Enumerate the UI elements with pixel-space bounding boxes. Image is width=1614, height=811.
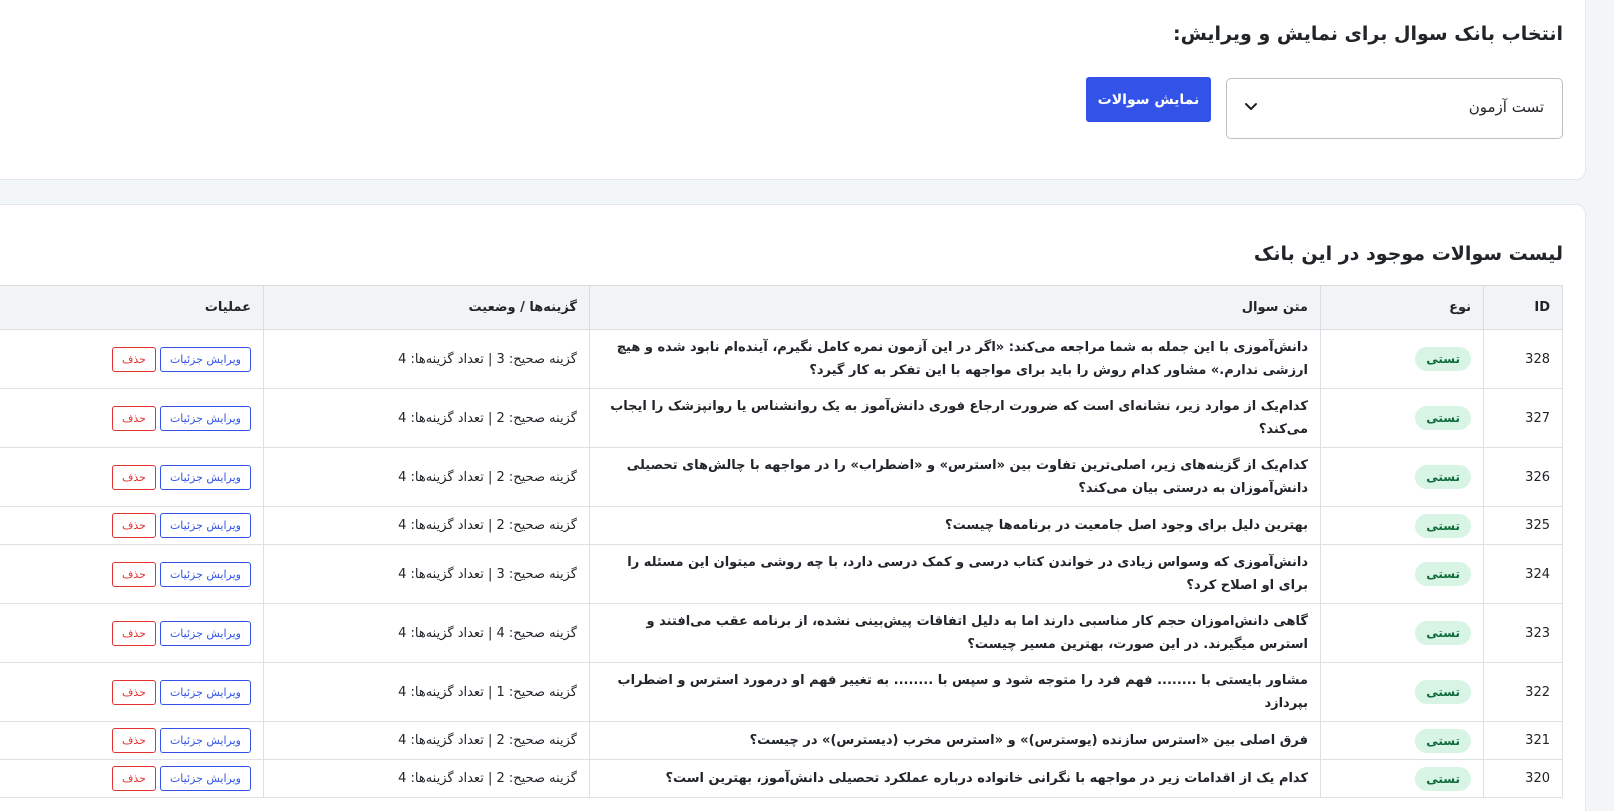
question-text: کدام یک از اقدامات زیر در مواجهه با نگرا… (589, 759, 1321, 798)
question-id: 325 (1483, 506, 1563, 545)
question-id: 320 (1483, 759, 1563, 798)
header-text: متن سوال (589, 285, 1321, 330)
question-type-badge: تستی (1415, 406, 1471, 430)
question-actions: ویرایش جزئیاتحذف (0, 329, 264, 389)
question-type-cell: تستی (1320, 759, 1484, 798)
question-type-cell: تستی (1320, 544, 1484, 604)
question-options-status: گزینه صحیح: 3 | تعداد گزینه‌ها: 4 (263, 544, 590, 604)
question-options-status: گزینه صحیح: 1 | تعداد گزینه‌ها: 4 (263, 662, 590, 722)
delete-button[interactable]: حذف (111, 766, 156, 791)
table-row: 323 تستی گاهی دانش‌اموزان حجم کار مناسبی… (0, 603, 1563, 663)
question-type-badge: تستی (1415, 465, 1471, 489)
bank-select-title: انتخاب بانک سوال برای نمایش و ویرایش: (1172, 23, 1563, 45)
question-actions: ویرایش جزئیاتحذف (0, 662, 264, 722)
edit-details-button[interactable]: ویرایش جزئیات (159, 728, 251, 753)
delete-button[interactable]: حذف (111, 513, 156, 538)
question-options-status: گزینه صحیح: 2 | تعداد گزینه‌ها: 4 (263, 447, 590, 507)
edit-details-button[interactable]: ویرایش جزئیات (159, 679, 251, 705)
question-id: 328 (1483, 329, 1563, 389)
question-text: دانش‌آموزی با این جمله به شما مراجعه می‌… (589, 329, 1321, 389)
edit-details-button[interactable]: ویرایش جزئیات (159, 766, 251, 791)
header-options: گزینه‌ها / وضعیت (263, 285, 590, 330)
edit-details-button[interactable]: ویرایش جزئیات (159, 561, 251, 587)
question-id: 323 (1483, 603, 1563, 663)
question-actions: ویرایش جزئیاتحذف (0, 759, 264, 798)
question-options-status: گزینه صحیح: 4 | تعداد گزینه‌ها: 4 (263, 603, 590, 663)
delete-button[interactable]: حذف (111, 679, 156, 705)
question-id: 326 (1483, 447, 1563, 507)
header-id: ID (1483, 285, 1563, 330)
question-text: گاهی دانش‌اموزان حجم کار مناسبی دارند ام… (589, 603, 1321, 663)
question-text: کدام‌یک از گزینه‌های زیر، اصلی‌ترین تفاو… (589, 447, 1321, 507)
table-header-row: ID نوع متن سوال گزینه‌ها / وضعیت عملیات (0, 285, 1563, 330)
question-text: مشاور بایستی با ........ فهم فرد را متوج… (589, 662, 1321, 722)
question-type-badge: تستی (1415, 347, 1471, 371)
question-type-badge: تستی (1415, 621, 1471, 645)
questions-list-title: لیست سوالات موجود در این بانک (1253, 243, 1563, 265)
table-row: 324 تستی دانش‌آموزی که وسواس زیادی در خو… (0, 544, 1563, 604)
question-options-status: گزینه صحیح: 2 | تعداد گزینه‌ها: 4 (263, 721, 590, 760)
question-type-cell: تستی (1320, 447, 1484, 507)
edit-details-button[interactable]: ویرایش جزئیات (159, 405, 251, 431)
question-actions: ویرایش جزئیاتحذف (0, 388, 264, 448)
question-type-cell: تستی (1320, 506, 1484, 545)
show-questions-button[interactable]: نمایش سوالات (1086, 77, 1211, 122)
question-actions: ویرایش جزئیاتحذف (0, 506, 264, 545)
question-type-cell: تستی (1320, 603, 1484, 663)
question-text: فرق اصلی بین «استرس سازنده (یوسترس)» و «… (589, 721, 1321, 760)
question-bank-dropdown[interactable]: تست آزمون (1226, 78, 1563, 139)
delete-button[interactable]: حذف (111, 464, 156, 490)
delete-button[interactable]: حذف (111, 561, 156, 587)
question-type-badge: تستی (1415, 562, 1471, 586)
question-options-status: گزینه صحیح: 3 | تعداد گزینه‌ها: 4 (263, 329, 590, 389)
questions-table: ID نوع متن سوال گزینه‌ها / وضعیت عملیات … (0, 285, 1563, 798)
question-options-status: گزینه صحیح: 2 | تعداد گزینه‌ها: 4 (263, 759, 590, 798)
question-type-badge: تستی (1415, 513, 1471, 538)
question-id: 321 (1483, 721, 1563, 760)
delete-button[interactable]: حذف (111, 346, 156, 372)
question-id: 327 (1483, 388, 1563, 448)
chevron-down-icon (1245, 103, 1257, 110)
edit-details-button[interactable]: ویرایش جزئیات (159, 620, 251, 646)
edit-details-button[interactable]: ویرایش جزئیات (159, 346, 251, 372)
table-row: 328 تستی دانش‌آموزی با این جمله به شما م… (0, 329, 1563, 389)
question-options-status: گزینه صحیح: 2 | تعداد گزینه‌ها: 4 (263, 506, 590, 545)
question-text: بهترین دلیل برای وجود اصل جامعیت در برنا… (589, 506, 1321, 545)
edit-details-button[interactable]: ویرایش جزئیات (159, 464, 251, 490)
question-actions: ویرایش جزئیاتحذف (0, 603, 264, 663)
question-type-cell: تستی (1320, 329, 1484, 389)
table-row: 325 تستی بهترین دلیل برای وجود اصل جامعی… (0, 506, 1563, 545)
question-type-cell: تستی (1320, 388, 1484, 448)
page: انتخاب بانک سوال برای نمایش و ویرایش: تس… (0, 0, 1614, 811)
delete-button[interactable]: حذف (111, 728, 156, 753)
header-actions: عملیات (0, 285, 264, 330)
delete-button[interactable]: حذف (111, 620, 156, 646)
table-row: 326 تستی کدام‌یک از گزینه‌های زیر، اصلی‌… (0, 447, 1563, 507)
question-type-badge: تستی (1415, 680, 1471, 704)
header-type: نوع (1320, 285, 1484, 330)
delete-button[interactable]: حذف (111, 405, 156, 431)
table-row: 322 تستی مشاور بایستی با ........ فهم فر… (0, 662, 1563, 722)
question-text: دانش‌آموزی که وسواس زیادی در خواندن کتاب… (589, 544, 1321, 604)
question-id: 324 (1483, 544, 1563, 604)
question-type-badge: تستی (1415, 766, 1471, 791)
question-type-cell: تستی (1320, 662, 1484, 722)
question-actions: ویرایش جزئیاتحذف (0, 721, 264, 760)
selected-bank-value: تست آزمون (1468, 98, 1544, 116)
question-text: کدام‌یک از موارد زیر، نشانه‌ای است که ضر… (589, 388, 1321, 448)
question-type-cell: تستی (1320, 721, 1484, 760)
table-row: 327 تستی کدام‌یک از موارد زیر، نشانه‌ای … (0, 388, 1563, 448)
edit-details-button[interactable]: ویرایش جزئیات (159, 513, 251, 538)
questions-list-card: لیست سوالات موجود در این بانک ID نوع متن… (0, 204, 1586, 811)
question-type-badge: تستی (1415, 728, 1471, 753)
question-actions: ویرایش جزئیاتحذف (0, 447, 264, 507)
question-id: 322 (1483, 662, 1563, 722)
table-row: 321 تستی فرق اصلی بین «استرس سازنده (یوس… (0, 721, 1563, 760)
question-actions: ویرایش جزئیاتحذف (0, 544, 264, 604)
question-options-status: گزینه صحیح: 2 | تعداد گزینه‌ها: 4 (263, 388, 590, 448)
table-row: 320 تستی کدام یک از اقدامات زیر در مواجه… (0, 759, 1563, 798)
bank-select-card: انتخاب بانک سوال برای نمایش و ویرایش: تس… (0, 0, 1586, 180)
